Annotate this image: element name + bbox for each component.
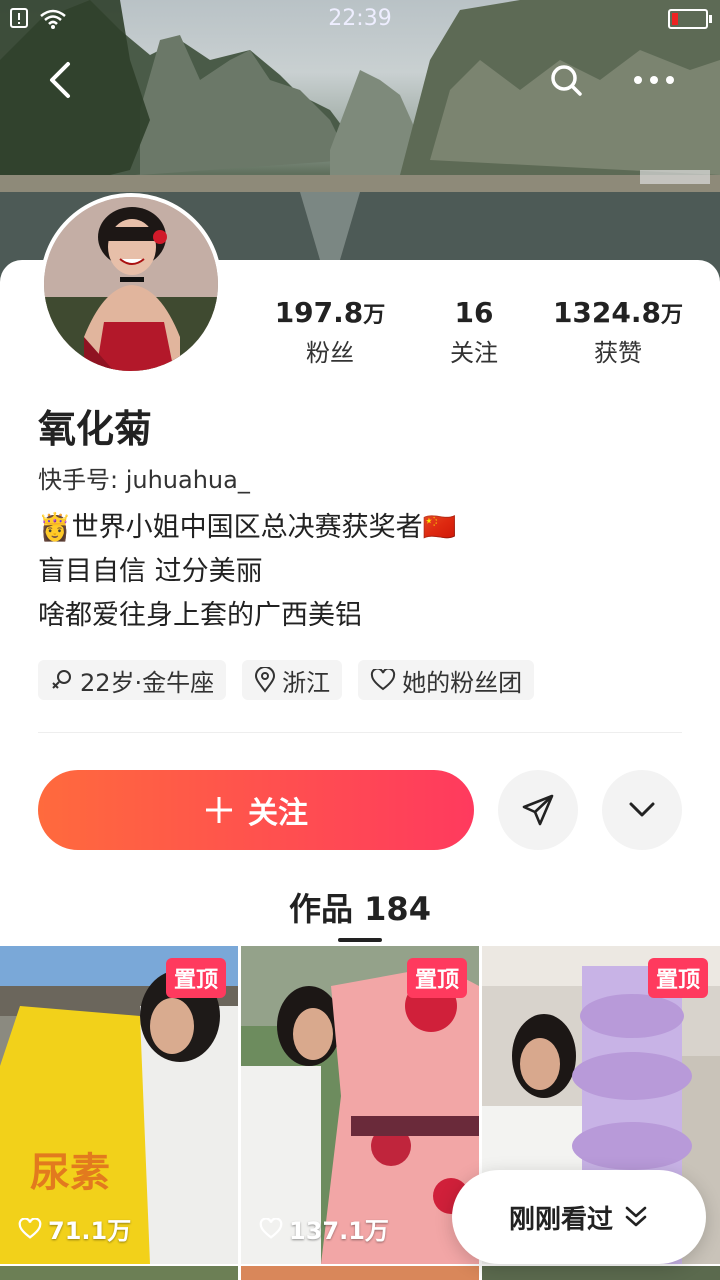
profile-tags: 22岁·金牛座 浙江 她的粉丝团 [38,660,535,700]
chevron-down-icon [629,802,655,817]
more-button[interactable] [632,58,676,102]
work-tile[interactable]: 尿素 置顶 71.1万 [0,946,238,1264]
tab-indicator [338,938,382,942]
bio-line: 啥都爱往身上套的广西美铝 [38,600,362,631]
message-button[interactable] [498,770,578,850]
heart-outline-icon [18,1217,42,1239]
more-dots-icon [634,76,674,84]
svg-text:尿素: 尿素 [30,1150,110,1196]
likes-stat[interactable]: 1324.8万 获赞 [538,296,698,368]
like-count: 137.1万 [259,1211,389,1246]
tag-label: 浙江 [282,668,331,697]
divider [38,732,682,733]
double-chevron-down-icon [625,1206,647,1227]
pinned-badge: 置顶 [165,958,226,998]
work-tile[interactable] [0,1266,238,1280]
back-button[interactable] [38,58,82,102]
tab-works[interactable]: 作品 184 [0,884,720,942]
recently-viewed-button[interactable]: 刚刚看过 [452,1170,706,1264]
search-icon [551,65,582,96]
bio-line: 👸世界小姐中国区总决赛获奖者🇨🇳 [38,512,457,543]
profile-name: 氧化菊 [38,407,153,451]
location-pin-icon [255,667,276,693]
send-icon [522,794,554,826]
tag-label: 22岁·金牛座 [80,668,215,697]
stat-label: 粉丝 [306,339,354,367]
clock: 22:39 [328,6,392,31]
work-tile[interactable] [482,1266,720,1280]
plus-icon [206,797,232,823]
tag-fan-club[interactable]: 她的粉丝团 [358,660,535,700]
tag-location[interactable]: 浙江 [242,660,343,700]
heart-outline-icon [259,1217,283,1239]
bio-line: 盲目自信 过分美丽 [38,556,263,587]
heart-icon [371,669,396,691]
pinned-badge: 置顶 [647,958,708,998]
work-tile[interactable]: 置顶 137.1万 [241,946,479,1264]
chevron-left-icon [50,62,70,98]
recent-label: 刚刚看过 [508,1204,613,1235]
gender-female-icon [52,670,71,689]
stat-label: 关注 [450,339,498,367]
stat-label: 获赞 [594,339,642,367]
like-count: 71.1万 [18,1211,131,1246]
follow-button[interactable]: 关注 [38,770,474,850]
avatar[interactable] [40,193,222,375]
following-stat[interactable]: 16 关注 [394,296,554,368]
expand-button[interactable] [602,770,682,850]
china-flag-emoji: 🇨🇳 [422,512,457,543]
status-bar: 22:39 [0,0,720,40]
kuaishou-id: 快手号: juhuahua_ [38,466,250,494]
tag-label: 她的粉丝团 [402,668,523,697]
pinned-badge: 置顶 [406,958,467,998]
followers-stat[interactable]: 197.8万 粉丝 [250,296,410,368]
tag-age[interactable]: 22岁·金牛座 [38,660,227,700]
battery-icon [668,9,712,29]
princess-emoji: 👸 [38,512,72,543]
follow-label: 关注 [248,796,308,831]
search-button[interactable] [544,58,588,102]
bio: 👸世界小姐中国区总决赛获奖者🇨🇳 盲目自信 过分美丽 啥都爱往身上套的广西美铝 [38,506,456,638]
work-tile[interactable] [241,1266,479,1280]
